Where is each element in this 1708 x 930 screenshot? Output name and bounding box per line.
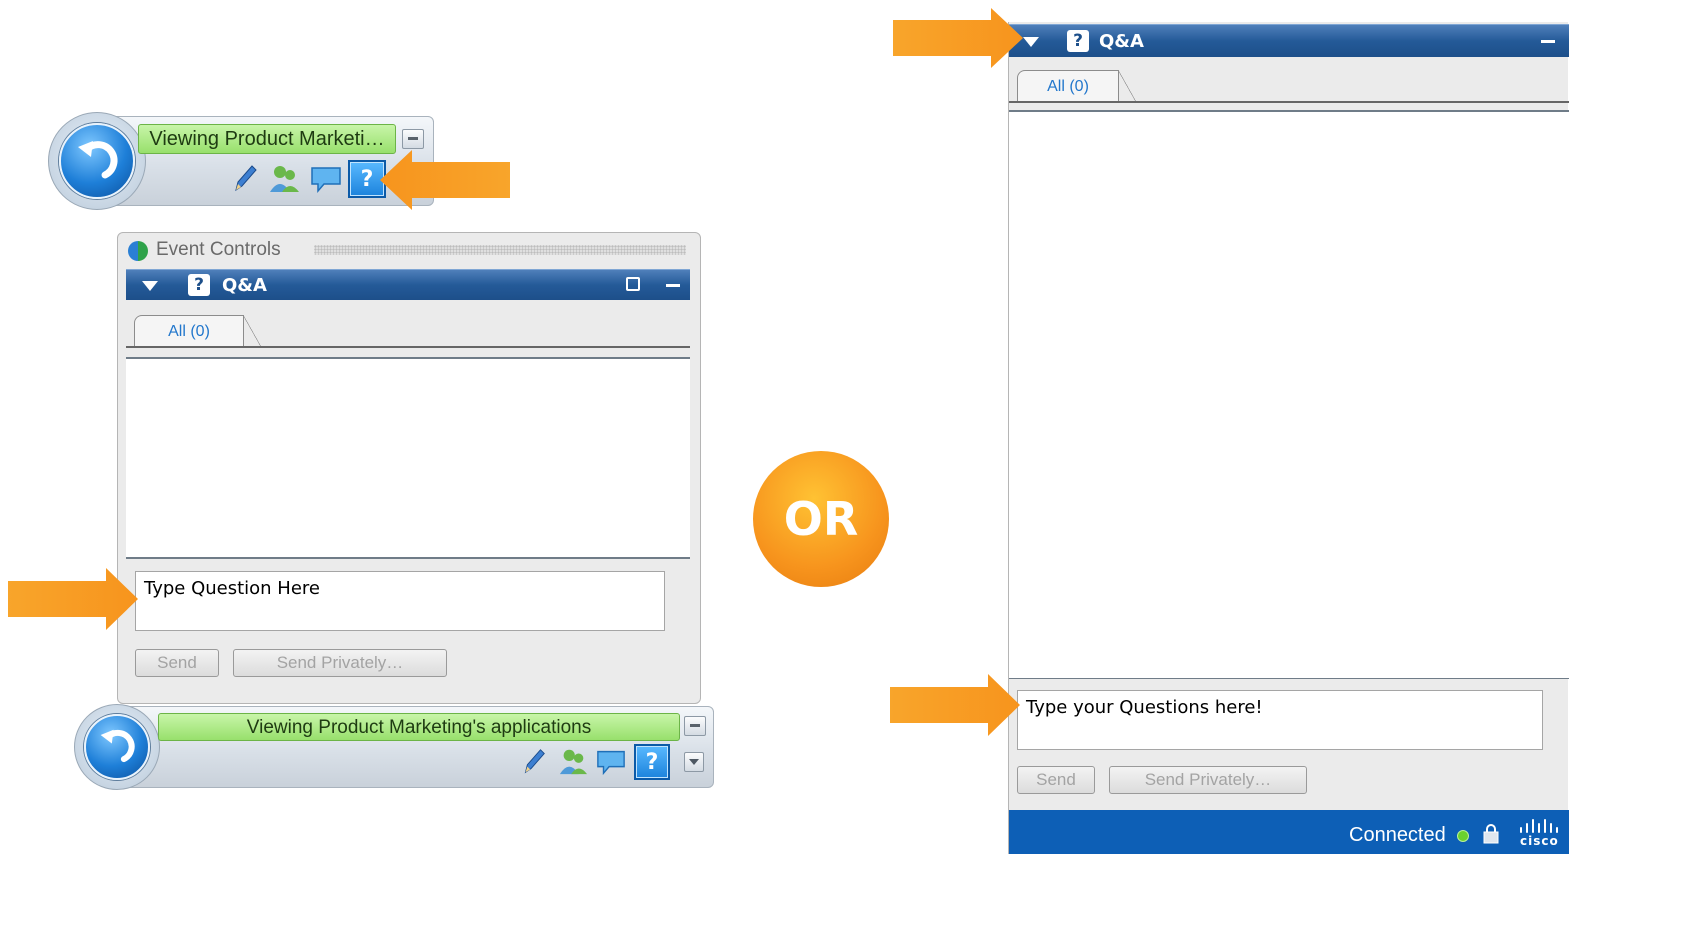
expand-icon[interactable]	[626, 277, 640, 291]
panel-title: Event Controls	[156, 239, 281, 260]
status-bar: Connected cisco	[1009, 810, 1569, 854]
arrow-to-qa-header	[893, 8, 1023, 68]
pencil-icon[interactable]	[518, 746, 548, 776]
arrow-to-docked-question-input	[890, 674, 1020, 736]
tab-all[interactable]: All (0)	[1017, 70, 1136, 103]
qa-header-bar[interactable]: ? Q&A	[1009, 24, 1569, 57]
toolbar-disc	[48, 112, 146, 210]
minimize-icon[interactable]	[666, 284, 680, 287]
participants-icon[interactable]	[558, 746, 588, 776]
qa-list-area	[1009, 110, 1569, 679]
qa-icon[interactable]: ?	[634, 744, 670, 780]
tab-underline	[126, 346, 690, 348]
chat-icon[interactable]	[596, 746, 626, 776]
chevron-down-icon	[689, 759, 699, 765]
qa-list-area	[126, 357, 690, 559]
status-label: Viewing Product Marketi…	[138, 124, 396, 154]
docked-qa-panel: ? Q&A All (0) Type your Questions here! …	[1008, 22, 1569, 854]
arrow-to-qa-icon	[380, 150, 510, 210]
dropdown-button[interactable]	[684, 752, 704, 772]
qa-title: Q&A	[1099, 31, 1144, 52]
collapse-icon[interactable]	[1023, 37, 1039, 47]
event-controls-panel: Event Controls ? Q&A All (0) Type Questi…	[117, 232, 701, 704]
floating-toolbar: Viewing Product Marketi… ?	[48, 112, 434, 210]
return-arrow-icon	[100, 729, 135, 763]
send-privately-button[interactable]: Send Privately…	[1109, 766, 1307, 794]
or-divider: OR	[753, 451, 889, 587]
return-button[interactable]	[84, 714, 150, 780]
send-privately-button[interactable]: Send Privately…	[233, 649, 447, 677]
status-dot-icon	[128, 241, 148, 261]
tab-underline	[1009, 101, 1569, 103]
chat-icon[interactable]	[310, 162, 342, 194]
cisco-logo: cisco	[1517, 816, 1561, 850]
minimize-button[interactable]	[684, 716, 706, 736]
drag-grip[interactable]	[314, 245, 686, 255]
minimize-button[interactable]	[402, 129, 424, 149]
qa-icon: ?	[188, 274, 210, 296]
qa-header-bar[interactable]: ? Q&A	[126, 269, 690, 300]
question-input[interactable]: Type your Questions here!	[1017, 690, 1543, 750]
connected-dot-icon	[1457, 830, 1469, 842]
lock-icon	[1483, 824, 1499, 844]
arrow-to-question-input	[8, 568, 138, 630]
send-button[interactable]: Send	[135, 649, 219, 677]
minimize-icon[interactable]	[1541, 40, 1555, 43]
pencil-icon[interactable]	[228, 162, 260, 194]
qa-icon: ?	[1067, 30, 1089, 52]
question-input[interactable]: Type Question Here	[135, 571, 665, 631]
tab-all[interactable]: All (0)	[134, 315, 261, 348]
qa-title: Q&A	[222, 275, 267, 296]
bottom-toolbar: Viewing Product Marketing's applications…	[74, 704, 714, 790]
cisco-wordmark: cisco	[1520, 834, 1559, 848]
collapse-icon[interactable]	[142, 281, 158, 291]
toolbar-disc	[74, 704, 160, 790]
participants-icon[interactable]	[268, 162, 300, 194]
return-arrow-icon	[78, 141, 118, 179]
status-label: Viewing Product Marketing's applications	[158, 713, 680, 741]
return-button[interactable]	[59, 123, 135, 199]
connection-status: Connected	[1349, 824, 1446, 846]
send-button[interactable]: Send	[1017, 766, 1095, 794]
